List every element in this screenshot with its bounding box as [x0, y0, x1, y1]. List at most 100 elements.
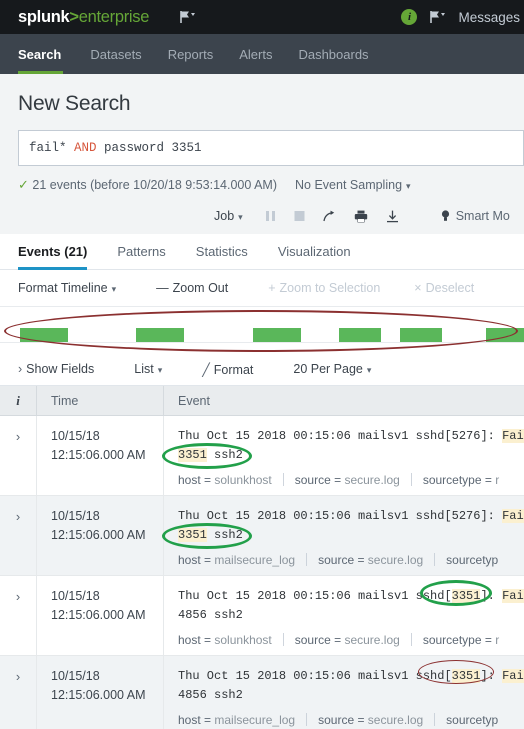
timeline-bars[interactable] — [0, 317, 524, 343]
chevron-down-icon: ▾ — [238, 212, 243, 222]
list-view-dropdown[interactable]: List ▾ — [134, 362, 162, 376]
row-expand-toggle[interactable]: › — [0, 656, 36, 729]
meta-source[interactable]: source = secure.log — [295, 473, 400, 487]
table-row[interactable]: › 10/15/18 12:15:06.000 AM Thu Oct 15 20… — [0, 416, 524, 496]
meta-host-key: host = — [178, 632, 212, 647]
timeline-toolbar: Format Timeline ▾ — Zoom Out + Zoom to Sele… — [0, 270, 524, 307]
job-dropdown[interactable]: Job ▾ — [214, 209, 243, 223]
per-page-dropdown[interactable]: 20 Per Page ▾ — [293, 362, 371, 376]
chevron-right-icon: › — [18, 362, 23, 376]
meta-host[interactable]: host = mailsecure_log — [178, 713, 295, 727]
splunk-logo[interactable]: splunk>enterprise — [18, 8, 149, 27]
nav-item-datasets[interactable]: Datasets — [77, 34, 154, 74]
zoom-out-button[interactable]: — Zoom Out — [156, 281, 228, 295]
app-flag-icon[interactable] — [179, 10, 196, 24]
check-icon: ✓ — [18, 177, 29, 192]
row-metadata: host = solunkhost source = secure.log so… — [178, 473, 524, 487]
export-download-icon[interactable] — [386, 210, 399, 223]
top-header-bar: splunk>enterprise i Messages — [0, 0, 524, 34]
timeline-chart[interactable] — [0, 307, 524, 353]
stop-icon[interactable] — [294, 210, 305, 222]
zoom-to-selection-button: + Zoom to Selection — [268, 281, 380, 295]
logo-word-enterprise: enterprise — [78, 7, 150, 26]
meta-source[interactable]: source = secure.log — [318, 553, 423, 567]
timeline-bar[interactable] — [400, 328, 442, 342]
meta-host-value: solunkhost — [214, 632, 272, 647]
nav-item-dashboards[interactable]: Dashboards — [285, 34, 381, 74]
event-sampling-label: No Event Sampling — [295, 178, 403, 192]
tab-events[interactable]: Events (21) — [18, 234, 103, 270]
meta-source[interactable]: source = secure.log — [295, 633, 400, 647]
row-metadata: host = solunkhost source = secure.log so… — [178, 633, 524, 647]
nav-item-search[interactable]: Search — [18, 34, 77, 74]
event-text-segment: Thu Oct 15 2018 00:15:06 mailsv1 sshd[ — [178, 668, 452, 683]
print-icon[interactable] — [354, 210, 368, 223]
meta-host-value: solunkhost — [214, 472, 272, 487]
column-header-info: i — [16, 392, 20, 408]
row-date: 10/15/18 — [51, 508, 100, 523]
row-event-cell: Thu Oct 15 2018 00:15:06 mailsv1 sshd[52… — [163, 495, 524, 575]
tab-patterns[interactable]: Patterns — [117, 234, 181, 269]
timeline-bar[interactable] — [339, 328, 381, 342]
row-metadata: host = mailsecure_log source = secure.lo… — [178, 713, 524, 727]
table-row[interactable]: › 10/15/18 12:15:06.000 AM Thu Oct 15 20… — [0, 495, 524, 576]
timeline-bar[interactable] — [20, 328, 68, 342]
meta-sourcetype[interactable]: sourcetype = r — [423, 473, 499, 487]
query-keyword-and: AND — [74, 141, 97, 155]
pause-icon[interactable] — [265, 210, 276, 222]
table-row[interactable]: › 10/15/18 12:15:06.000 AM Thu Oct 15 20… — [0, 655, 524, 729]
meta-source-key: source = — [318, 712, 365, 727]
row-time-cell: 10/15/18 12:15:06.000 AM — [36, 575, 163, 655]
activity-flag-icon[interactable] — [429, 10, 446, 24]
meta-sourcetype[interactable]: sourcetyp — [446, 713, 498, 727]
meta-sourcetype[interactable]: sourcetype = r — [423, 633, 499, 647]
nav-item-reports[interactable]: Reports — [155, 34, 227, 74]
column-header-time[interactable]: Time — [36, 386, 163, 415]
job-label: Job — [214, 209, 235, 223]
format-timeline-dropdown[interactable]: Format Timeline ▾ — [18, 281, 116, 295]
column-header-event[interactable]: Event — [163, 386, 524, 415]
meta-sourcetype-value: r — [495, 632, 500, 647]
row-expand-toggle[interactable]: › — [0, 496, 36, 575]
meta-source-key: source = — [318, 552, 365, 567]
search-input[interactable]: fail* AND password 3351 — [18, 130, 524, 166]
row-expand-toggle[interactable]: › — [0, 576, 36, 655]
logo-word-splunk: splunk — [18, 7, 70, 26]
query-part-post: password 3351 — [96, 141, 202, 155]
meta-host[interactable]: host = solunkhost — [178, 473, 272, 487]
meta-divider — [434, 553, 436, 567]
event-count-status: ✓ 21 events (before 10/20/18 9:53:14.000… — [18, 177, 277, 193]
meta-sourcetype[interactable]: sourcetyp — [446, 553, 498, 567]
meta-divider — [306, 713, 308, 726]
timeline-bar[interactable] — [253, 328, 301, 342]
chevron-down-icon: ▾ — [366, 365, 372, 375]
event-sampling-dropdown[interactable]: No Event Sampling ▾ — [295, 178, 411, 192]
plus-icon: + — [268, 281, 276, 295]
meta-host[interactable]: host = solunkhost — [178, 633, 272, 647]
row-event-cell: Thu Oct 15 2018 00:15:06 mailsv1 sshd[33… — [163, 575, 524, 655]
timeline-bar[interactable] — [486, 328, 520, 342]
meta-source-key: source = — [294, 632, 342, 647]
search-status-row: ✓ 21 events (before 10/20/18 9:53:14.000… — [18, 166, 506, 202]
tab-visualization[interactable]: Visualization — [278, 234, 367, 269]
row-expand-toggle[interactable]: › — [0, 416, 36, 495]
nav-item-alerts[interactable]: Alerts — [226, 34, 285, 74]
tab-statistics[interactable]: Statistics — [196, 234, 264, 269]
meta-sourcetype-key: sourcetyp — [446, 552, 499, 567]
info-badge-icon[interactable]: i — [401, 9, 418, 25]
timeline-bar[interactable] — [136, 328, 184, 342]
meta-divider — [434, 713, 436, 726]
highlight-3351: 3351 — [451, 668, 481, 683]
meta-source-value: secure.log — [367, 552, 424, 567]
event-text-segment: ]: — [480, 668, 503, 683]
messages-menu[interactable]: Messages — [458, 10, 520, 25]
timeline-bar[interactable] — [517, 328, 524, 342]
format-button[interactable]: ╱ Format — [202, 362, 253, 377]
meta-host[interactable]: host = mailsecure_log — [178, 553, 295, 567]
row-metadata: host = mailsecure_log source = secure.lo… — [178, 553, 524, 567]
show-fields-button[interactable]: › Show Fields — [18, 362, 94, 376]
meta-source[interactable]: source = secure.log — [318, 713, 423, 727]
share-icon[interactable] — [323, 210, 336, 223]
table-row[interactable]: › 10/15/18 12:15:06.000 AM Thu Oct 15 20… — [0, 575, 524, 656]
smart-mode-dropdown[interactable]: Smart Mo — [441, 209, 510, 223]
